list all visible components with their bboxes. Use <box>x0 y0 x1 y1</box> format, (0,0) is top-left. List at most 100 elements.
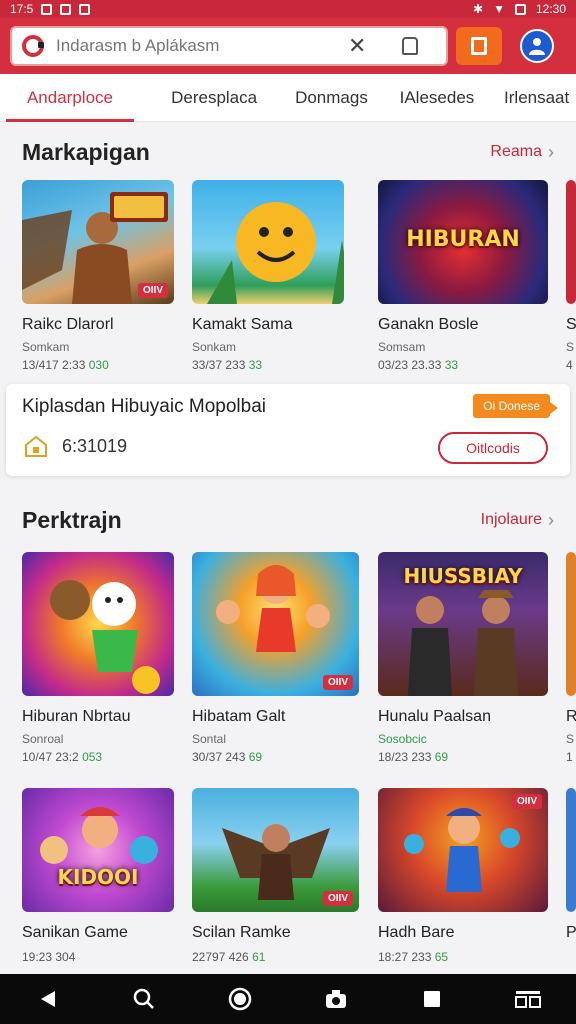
card-meta-count: 69 <box>434 750 449 764</box>
promo-title: Kiplasdan Hibuyaic Mopolbai <box>22 396 266 417</box>
app-thumbnail: OIIV <box>192 788 359 912</box>
home-button[interactable] <box>220 979 260 1019</box>
card-meta-count: 65 <box>434 950 449 964</box>
card-meta-count: 053 <box>82 750 103 764</box>
app-card[interactable]: OIIV Hibatam Galt Sontal 30/37 243 69 <box>192 552 359 764</box>
search-input[interactable] <box>56 36 336 56</box>
card-meta-text: 13/417 2:33 <box>22 358 86 372</box>
bookmark-button[interactable] <box>456 27 502 65</box>
camera-icon <box>326 990 346 1008</box>
card-meta-count: 33 <box>248 358 263 372</box>
card-title: S <box>566 316 576 333</box>
card-title: Hibatam Galt <box>192 708 286 725</box>
close-icon[interactable]: ✕ <box>348 33 366 59</box>
thumbnail-art-text: HIBURAN <box>406 227 520 253</box>
card-subtitle: Sonkam <box>192 340 237 354</box>
app-thumbnail <box>566 180 576 304</box>
smiley-art <box>207 202 344 304</box>
search-box[interactable]: ✕ <box>10 26 448 66</box>
tab-andarploce[interactable]: Andarploce <box>6 74 134 122</box>
app-thumbnail <box>192 180 344 304</box>
app-card[interactable]: OIIV Hadh Bare 18:27 233 65 <box>378 788 548 964</box>
card-row: KIDOOI Sanikan Game 19:23 304 OIIV Scila… <box>0 788 576 973</box>
app-card[interactable]: HIBURAN Ganakn Bosle Somsam 03/23 23.33 … <box>378 180 548 372</box>
section-title: Markapigan <box>22 138 150 165</box>
notification-icon <box>41 3 53 15</box>
card-meta-count: 030 <box>88 358 109 372</box>
app-card[interactable]: P <box>566 788 576 942</box>
card-title: Raikc Dlarorl <box>22 316 114 333</box>
grid-icon <box>515 991 541 1008</box>
card-meta-text: 30/37 243 <box>192 750 246 764</box>
character-art <box>50 580 160 694</box>
app-card[interactable]: KIDOOI Sanikan Game 19:23 304 <box>22 788 174 964</box>
camera-button[interactable] <box>316 979 356 1019</box>
card-title: Scilan Ramke <box>192 924 291 941</box>
app-card[interactable]: S S 4 <box>566 180 576 372</box>
card-title: Hunalu Paalsan <box>378 708 491 725</box>
card-meta: 19:23 304 <box>22 950 76 964</box>
battery-icon <box>514 3 526 15</box>
chevron-right-icon: › <box>548 509 554 530</box>
tab-irlensaat[interactable]: Irlensaat <box>497 74 576 122</box>
app-thumbnail: OIIV <box>22 180 174 304</box>
thumbnail-art-text: KIDOOI <box>57 864 139 889</box>
app-card[interactable]: Kamakt Sama Sonkam 33/37 233 33 <box>192 180 344 372</box>
promo-button[interactable]: Oitlcodis <box>438 432 548 464</box>
card-meta: 13/417 2:33 030 <box>22 358 174 372</box>
badge-icon[interactable] <box>402 37 419 55</box>
card-title: Kamakt Sama <box>192 316 293 333</box>
tab-bar: Andarploce Deresplaca Donmags IAlesedes … <box>0 74 576 122</box>
bookmark-icon <box>471 37 487 55</box>
promo-tag: Oi Donese <box>473 394 558 418</box>
search-icon <box>133 988 154 1009</box>
app-thumbnail: KIDOOI <box>22 788 174 912</box>
app-thumbnail: OIIV <box>192 552 359 696</box>
back-button[interactable] <box>28 979 68 1019</box>
character-art <box>408 590 518 696</box>
app-card[interactable]: OIIV Scilan Ramke 22797 426 61 <box>192 788 359 964</box>
app-card[interactable]: Hiburan Nbrtau Sonroal 10/47 23:2 053 <box>22 552 174 764</box>
wifi-icon: ▼ <box>493 2 505 16</box>
card-meta: 22797 426 61 <box>192 950 359 964</box>
bluetooth-icon: ✱ <box>473 2 484 16</box>
card-meta-count: 61 <box>252 950 266 964</box>
card-subtitle: Sonroal <box>22 732 64 746</box>
tab-ialesedes[interactable]: IAlesedes <box>393 74 482 122</box>
character-art <box>40 807 158 864</box>
back-icon <box>41 991 55 1007</box>
menu-button[interactable] <box>508 979 548 1019</box>
section-link-label: Injolaure <box>480 511 542 528</box>
section-title: Perktrajn <box>22 506 122 533</box>
app-card[interactable]: R S 1 <box>566 552 576 764</box>
card-row: OIIV Raikc Dlarorl Somkam 13/417 2:33 03… <box>0 180 576 390</box>
tab-deresplaca[interactable]: Deresplaca <box>160 74 268 122</box>
section-more-link[interactable]: Injolaure › <box>481 510 554 531</box>
card-meta: 33/37 233 33 <box>192 358 344 372</box>
thumbnail-badge: OIIV <box>322 891 353 906</box>
thumbnail-badge: OIIV <box>511 794 542 809</box>
notification-icon <box>79 3 91 15</box>
card-meta: 18:27 233 65 <box>378 950 548 964</box>
card-meta: 03/23 23.33 33 <box>378 358 548 372</box>
user-icon <box>529 38 545 55</box>
promo-card[interactable]: Kiplasdan Hibuyaic Mopolbai Oi Donese 6:… <box>6 384 570 476</box>
search-button[interactable] <box>124 979 164 1019</box>
card-meta: 1 <box>566 750 573 764</box>
section-link-label: Reama <box>490 143 542 160</box>
tab-donmags[interactable]: Donmags <box>282 74 380 122</box>
app-card[interactable]: HIUSSBIAY Hunalu Paalsan Sosobcic 18/23 … <box>378 552 548 764</box>
avatar[interactable] <box>520 29 554 63</box>
card-meta-text: 18/23 233 <box>378 750 432 764</box>
card-meta-count: 33 <box>444 358 459 372</box>
app-thumbnail <box>22 552 174 696</box>
card-meta: 18/23 233 69 <box>378 750 548 764</box>
section-more-link[interactable]: Reama › <box>490 142 554 163</box>
section-popular: Perktrajn Injolaure › <box>0 500 576 540</box>
card-title: Sanikan Game <box>22 924 128 941</box>
promo-count: 6:31019 <box>62 436 128 456</box>
app-card[interactable]: OIIV Raikc Dlarorl Somkam 13/417 2:33 03… <box>22 180 174 372</box>
recents-button[interactable] <box>412 979 452 1019</box>
square-icon <box>424 991 440 1007</box>
app-thumbnail <box>566 788 576 912</box>
